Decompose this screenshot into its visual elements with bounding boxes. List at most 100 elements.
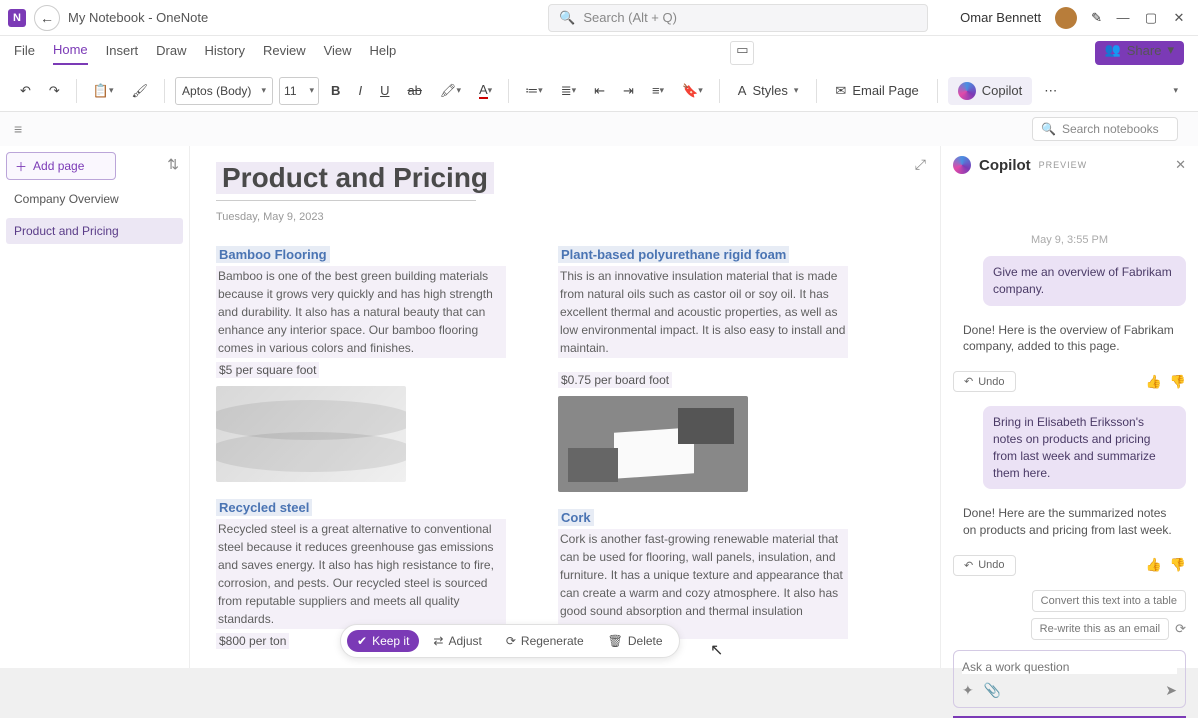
separator (76, 79, 77, 103)
redo-button[interactable]: ↷ (43, 77, 66, 105)
preview-badge: PREVIEW (1039, 160, 1088, 170)
copilot-input-box[interactable]: ✦ 📎 ➤ (953, 650, 1186, 708)
highlight-button[interactable]: 🖍▾ (434, 77, 467, 105)
tags-button[interactable]: 🔖▾ (676, 77, 709, 105)
copilot-panel: Copilot PREVIEW ✕ May 9, 3:55 PM Give me… (940, 146, 1198, 668)
email-icon: ✉ (835, 83, 846, 99)
expand-icon[interactable]: ⤢ (915, 156, 926, 173)
font-family-select[interactable]: Aptos (Body)▾ (175, 77, 273, 105)
bold-button[interactable]: B (325, 77, 346, 105)
adjust-label: Adjust (448, 634, 481, 648)
strikethrough-button[interactable]: ab (401, 77, 427, 105)
regenerate-button[interactable]: ⟳Regenerate (496, 630, 594, 652)
pen-icon[interactable]: ✎ (1091, 10, 1102, 26)
page-title[interactable]: Product and Pricing (216, 162, 494, 194)
chevron-down-icon: ▾ (1167, 42, 1174, 64)
reading-view-icon[interactable]: ▭ (730, 41, 754, 65)
adjust-button[interactable]: ⇄Adjust (423, 630, 491, 652)
menu-draw[interactable]: Draw (156, 43, 186, 64)
attach-icon[interactable]: 📎 (984, 682, 1001, 699)
menu-file[interactable]: File (14, 43, 35, 64)
undo-button[interactable]: ↶Undo (953, 371, 1016, 392)
keep-it-label: Keep it (372, 634, 409, 648)
maximize-button[interactable]: ▢ (1144, 10, 1158, 26)
thumbs-up-icon[interactable]: 👍 (1146, 374, 1162, 390)
ai-action-bar: ✔Keep it ⇄Adjust ⟳Regenerate 🗑 Delete (340, 624, 680, 658)
copilot-ribbon-button[interactable]: Copilot (948, 77, 1032, 105)
underline-button[interactable]: U (374, 77, 395, 105)
suggestion-convert-table[interactable]: Convert this text into a table (1032, 590, 1186, 612)
back-button[interactable]: ← (34, 5, 60, 31)
bamboo-price: $5 per square foot (216, 362, 319, 378)
keep-it-button[interactable]: ✔Keep it (347, 630, 419, 652)
email-page-button[interactable]: ✉Email Page (827, 77, 926, 105)
bullets-button[interactable]: ≔▾ (519, 77, 549, 105)
styles-button[interactable]: AStyles▾ (730, 77, 807, 105)
suggestion-rewrite-email[interactable]: Re-write this as an email (1031, 618, 1169, 640)
indent-button[interactable]: ⇥ (617, 77, 640, 105)
plus-icon: ＋ (15, 158, 27, 175)
thumbs-down-icon[interactable]: 👎 (1170, 374, 1186, 390)
share-button[interactable]: 👥 Share ▾ (1095, 41, 1184, 65)
undo-button[interactable]: ↶ (14, 77, 37, 105)
block-bamboo[interactable]: Bamboo Flooring Bamboo is one of the bes… (216, 247, 506, 482)
nav-toggle-button[interactable]: ≡ (8, 121, 28, 137)
delete-label: Delete (628, 634, 663, 648)
align-button[interactable]: ≡▾ (646, 77, 670, 105)
send-icon[interactable]: ➤ (1165, 682, 1177, 699)
thumbs-up-icon[interactable]: 👍 (1146, 557, 1162, 573)
font-color-button[interactable]: A▾ (473, 77, 498, 105)
separator (719, 79, 720, 103)
menu-home[interactable]: Home (53, 42, 88, 65)
steel-price: $800 per ton (216, 633, 289, 649)
add-page-label: Add page (33, 159, 84, 173)
menu-view[interactable]: View (324, 43, 352, 64)
page-canvas[interactable]: ⤢ Product and Pricing Tuesday, May 9, 20… (190, 146, 940, 668)
sidebar-page-product-pricing[interactable]: Product and Pricing (6, 218, 183, 244)
block-foam[interactable]: Plant-based polyurethane rigid foam This… (558, 247, 848, 492)
cursor-icon: ↖ (710, 640, 723, 660)
paste-button[interactable]: 📋▾ (87, 77, 120, 105)
menu-review[interactable]: Review (263, 43, 306, 64)
outdent-button[interactable]: ⇤ (588, 77, 611, 105)
close-button[interactable]: ✕ (1172, 10, 1186, 26)
menu-help[interactable]: Help (370, 43, 397, 64)
close-icon[interactable]: ✕ (1175, 157, 1186, 173)
sparkle-icon[interactable]: ✦ (962, 682, 974, 699)
bamboo-body: Bamboo is one of the best green building… (216, 266, 506, 358)
numbering-button[interactable]: ≣▾ (555, 77, 582, 105)
minimize-button[interactable]: — (1116, 10, 1130, 25)
separator (164, 79, 165, 103)
font-size-select[interactable]: 11▾ (279, 77, 319, 105)
ribbon-collapse-button[interactable]: ▾ (1167, 77, 1184, 105)
copilot-input[interactable] (962, 660, 1177, 674)
notebook-search[interactable]: 🔍 Search notebooks (1032, 117, 1178, 141)
add-page-button[interactable]: ＋ Add page (6, 152, 116, 180)
sort-button[interactable]: ⇅ (167, 156, 179, 173)
global-search[interactable]: 🔍 Search (Alt + Q) (548, 4, 928, 32)
block-cork[interactable]: Cork Cork is another fast-growing renewa… (558, 510, 848, 639)
delete-button[interactable]: 🗑 Delete (598, 630, 673, 652)
regenerate-label: Regenerate (521, 634, 584, 648)
format-painter-button[interactable]: 🖌 (126, 77, 155, 105)
share-icon: 👥 (1105, 42, 1121, 64)
avatar[interactable] (1055, 7, 1077, 29)
menu-insert[interactable]: Insert (106, 43, 139, 64)
refresh-icon[interactable]: ⟳ (1175, 621, 1186, 637)
undo-button[interactable]: ↶Undo (953, 555, 1016, 576)
steel-heading: Recycled steel (216, 499, 312, 516)
window-title: My Notebook - OneNote (68, 10, 208, 25)
undo-label: Undo (978, 559, 1004, 571)
menu-history[interactable]: History (205, 43, 245, 64)
sub-toolbar: ≡ 🔍 Search notebooks (0, 112, 1198, 146)
sidebar-page-company-overview[interactable]: Company Overview (6, 186, 183, 212)
more-button[interactable]: ⋯ (1038, 77, 1063, 105)
copilot-title: Copilot (979, 157, 1031, 174)
share-label: Share (1127, 43, 1162, 64)
italic-button[interactable]: I (352, 77, 368, 105)
thumbs-down-icon[interactable]: 👎 (1170, 557, 1186, 573)
workspace: ＋ Add page ⇅ Company Overview Product an… (0, 146, 1198, 668)
delete-icon: 🗑 (608, 634, 623, 648)
foam-heading: Plant-based polyurethane rigid foam (558, 246, 789, 263)
search-icon: 🔍 (559, 10, 575, 26)
